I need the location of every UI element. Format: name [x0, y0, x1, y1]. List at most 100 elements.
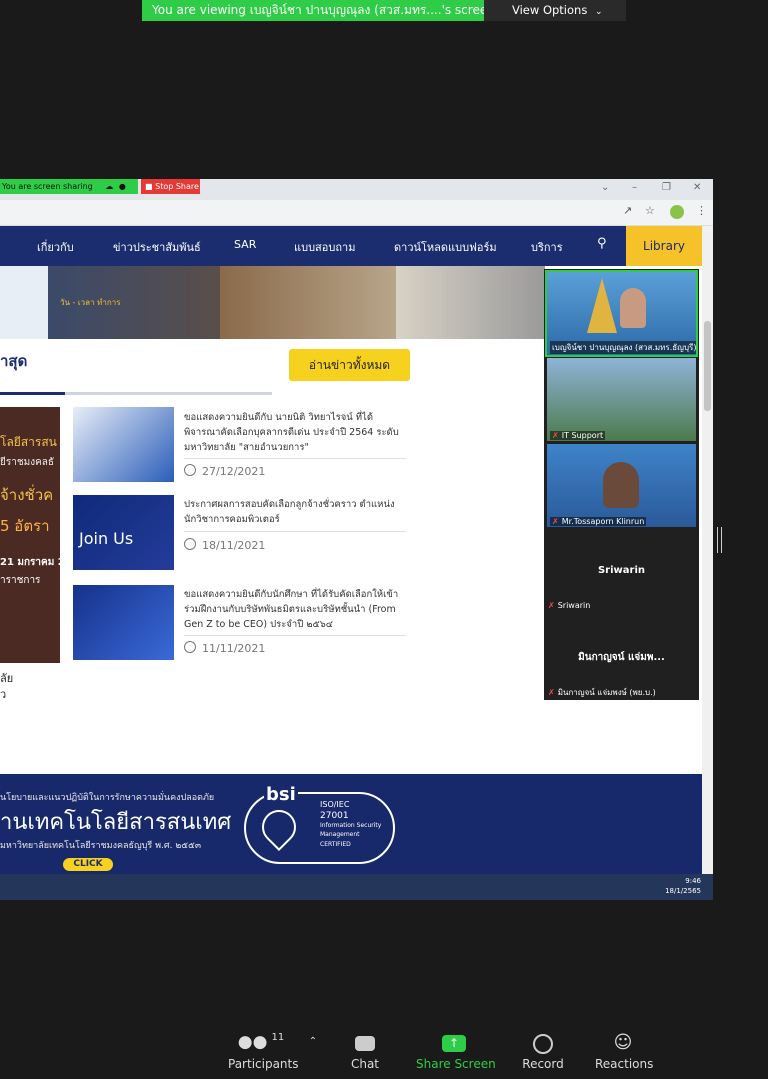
- nav-item-download[interactable]: ดาวน์โหลดแบบฟอร์ม: [394, 238, 497, 256]
- clock-icon: [184, 464, 196, 476]
- poster-text: 21 มกราคม 2: [0, 557, 65, 568]
- resize-handle[interactable]: [717, 527, 722, 553]
- muted-mic-icon: ✗: [552, 517, 559, 526]
- participant-name: ✗ Mr.Tossaporn Klinrun: [550, 517, 647, 526]
- library-button[interactable]: Library: [626, 226, 702, 266]
- meeting-toolbar: ●● 11 Participants ⌃ Chat ↑ Share Screen …: [0, 1020, 768, 1079]
- participants-label: Participants: [228, 1057, 299, 1071]
- maximize-icon[interactable]: ❐: [662, 182, 671, 193]
- nav-item-news[interactable]: ข่าวประชาสัมพันธ์: [113, 238, 201, 256]
- nav-item-sar[interactable]: SAR: [234, 238, 256, 251]
- chat-button[interactable]: Chat: [345, 1032, 385, 1071]
- share-screen-icon: ↑: [416, 1032, 492, 1054]
- banner-image-office: [220, 266, 396, 339]
- muted-mic-icon: ✗: [548, 688, 555, 697]
- viewing-text: You are viewing เบญจิน์ชา ปานบุญณุลง (สว…: [142, 0, 484, 21]
- record-button[interactable]: Record: [520, 1032, 566, 1071]
- news-thumbnail[interactable]: [73, 585, 174, 660]
- star-icon[interactable]: ☆: [645, 204, 655, 217]
- reactions-button[interactable]: ☺ Reactions: [595, 1032, 654, 1071]
- search-icon[interactable]: ⚲: [597, 236, 607, 251]
- news-title[interactable]: ขอแสดงความยินดีกับนักศึกษา ที่ได้รับคัดเ…: [184, 587, 406, 632]
- close-icon[interactable]: ✕: [693, 182, 701, 193]
- screen-sharing-text: You are screen sharing: [2, 182, 93, 191]
- iso-label: ISO/IEC: [320, 800, 350, 809]
- iso-desc: CERTIFIED: [320, 841, 351, 848]
- nav-item-services[interactable]: บริการ: [531, 238, 563, 256]
- participant-name-centered[interactable]: มินกาญจน์ แจ่มพ...: [544, 650, 699, 665]
- chevron-down-icon: ⌄: [594, 7, 603, 17]
- poster-text: าราชการ: [0, 575, 41, 586]
- chevron-up-icon[interactable]: ⌃: [308, 1036, 318, 1047]
- bsi-logo-text: bsi: [264, 784, 298, 805]
- divider: [184, 635, 406, 636]
- screen-share-toolbar: You are screen sharing ☁ ● ■ Stop Share …: [0, 179, 713, 200]
- site-nav: เกี่ยวกับ ข่าวประชาสัมพันธ์ SAR แบบสอบถา…: [0, 226, 702, 266]
- clock-icon: [184, 641, 196, 653]
- stop-share-button[interactable]: ■ Stop Share: [141, 179, 200, 194]
- poster-text: 5 อัตรา: [0, 517, 50, 535]
- heart-icon: [254, 802, 304, 852]
- participant-gallery: เบญจิน์ชา ปานบุญณุลง (สวส.มทร.ธัญบุรี) ✗…: [544, 269, 699, 700]
- job-poster[interactable]: โลยีสารสน ยีราชมงคลธั จ้างชั่วค 5 อัตรา …: [0, 407, 65, 663]
- bsi-badge: bsi ISO/IEC 27001 Information Security M…: [244, 784, 395, 864]
- news-heading: าสุด: [0, 352, 28, 370]
- reactions-icon: ☺: [613, 1032, 633, 1053]
- video-tile[interactable]: เบญจิน์ชา ปานบุญณุลง (สวส.มทร.ธัญบุรี): [545, 270, 698, 357]
- viewing-banner: You are viewing เบญจิน์ชา ปานบุญณุลง (สว…: [142, 0, 626, 21]
- banner-images: วัน - เวลา ทำการ: [0, 266, 545, 339]
- video-tile[interactable]: ✗ Mr.Tossaporn Klinrun: [547, 444, 696, 527]
- page-scrollbar[interactable]: [702, 226, 713, 874]
- news-thumbnail[interactable]: [73, 407, 174, 482]
- minimize-icon[interactable]: –: [632, 182, 637, 193]
- participant-avatar: [620, 288, 646, 328]
- participants-icon: ●● 11: [237, 1032, 285, 1052]
- chevron-down-icon[interactable]: ⌄: [601, 182, 609, 193]
- heading-underline: [0, 392, 272, 395]
- poster-text: จ้างชั่วค: [0, 486, 54, 504]
- participant-name: ✗ IT Support: [550, 431, 606, 440]
- banner-image-service: [396, 266, 545, 339]
- reactions-label: Reactions: [595, 1057, 654, 1071]
- taskbar-time: 9:46: [685, 877, 701, 885]
- nav-item-survey[interactable]: แบบสอบถาม: [294, 238, 355, 256]
- poster-caption: ลัย ว: [0, 671, 13, 703]
- scrollbar-thumb[interactable]: [704, 321, 711, 411]
- participant-name-text: Mr.Tossaporn Klinrun: [561, 517, 645, 526]
- banner-image-logo: [0, 266, 48, 339]
- participant-label-text: มินกาญจน์ แจ่มพงษ์ (พย.บ.): [557, 688, 656, 697]
- nav-item-about[interactable]: เกี่ยวกับ: [37, 238, 74, 256]
- view-options-button[interactable]: View Options ⌄: [484, 0, 626, 21]
- record-icon: [520, 1032, 566, 1054]
- participant-name-centered[interactable]: Sriwarin: [544, 565, 699, 576]
- more-menu-icon[interactable]: ⋮: [696, 204, 707, 217]
- taskbar-date: 18/1/2565: [665, 887, 701, 895]
- thumbnail-caption: Join Us: [79, 529, 134, 548]
- center-name: านเทคโนโลยีสารสนเทศ: [0, 810, 232, 835]
- news-title[interactable]: ประกาศผลการสอบคัดเลือกลูกจ้างชั่วคราว ตำ…: [184, 497, 406, 527]
- cloud-icon: ☁: [105, 182, 114, 191]
- share-screen-button[interactable]: ↑ Share Screen: [416, 1032, 496, 1071]
- chat-label: Chat: [350, 1057, 380, 1071]
- all-news-button[interactable]: อ่านข่าวทั้งหมด: [289, 349, 410, 381]
- participants-button[interactable]: ●● 11 Participants: [228, 1032, 299, 1071]
- stop-share-label: Stop Share: [155, 182, 199, 191]
- policy-text: นโยบายและแนวปฏิบัติในการรักษาความมั่นคงป…: [0, 793, 215, 803]
- click-button[interactable]: CLICK: [63, 858, 113, 871]
- share-icon[interactable]: ↗: [623, 204, 632, 217]
- view-options-label: View Options: [512, 3, 588, 17]
- iso-desc: Management: [320, 831, 360, 838]
- participant-name-text: IT Support: [561, 431, 604, 440]
- video-tile[interactable]: ✗ IT Support: [547, 358, 696, 441]
- participant-label: ✗ มินกาญจน์ แจ่มพงษ์ (พย.บ.): [548, 686, 656, 699]
- footer-banner[interactable]: นโยบายและแนวปฏิบัติในการรักษาความมั่นคงป…: [0, 774, 702, 874]
- banner-image-staff: วัน - เวลา ทำการ: [48, 266, 220, 339]
- profile-avatar-icon[interactable]: [670, 205, 684, 219]
- news-date: 27/12/2021: [184, 464, 265, 478]
- news-thumbnail[interactable]: Join Us: [73, 495, 174, 570]
- participant-label: ✗ Sriwarin: [548, 601, 590, 610]
- divider: [184, 458, 406, 459]
- news-date: 18/11/2021: [184, 538, 265, 552]
- news-date: 11/11/2021: [184, 641, 265, 655]
- news-title[interactable]: ขอแสดงความยินดีกับ นายนิติ วิทยาไรจน์ ที…: [184, 410, 406, 455]
